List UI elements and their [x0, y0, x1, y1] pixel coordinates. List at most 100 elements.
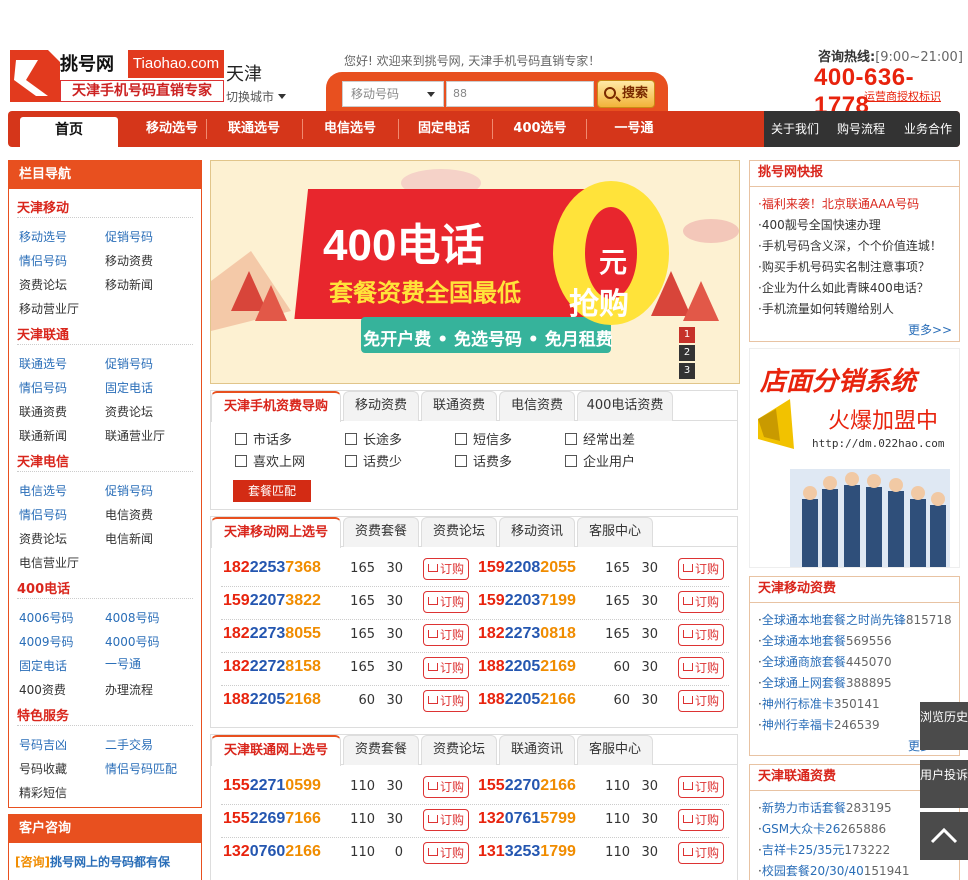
tariff-item[interactable]: ·神州行标准卡350141 [758, 695, 880, 712]
nav-cooperation[interactable]: 业务合作 [896, 111, 960, 147]
tariff-item[interactable]: ·GSM大众卡26265886 [758, 820, 886, 837]
section-400[interactable]: 400电话 [17, 578, 70, 597]
tariff-item[interactable]: ·吉祥卡25/35元173222 [758, 841, 890, 858]
nav-fixed-line[interactable]: 固定电话 [396, 111, 492, 147]
news-item[interactable]: ·手机流量如何转赠给别人 [758, 300, 894, 317]
link-unicom-news[interactable]: 联通新闻 [19, 427, 67, 444]
complaint-button[interactable]: 用户投诉 [920, 760, 968, 808]
option-low-fee[interactable]: 话费少 [345, 451, 402, 470]
phone-number[interactable]: 18222537368 [223, 559, 321, 577]
link-mobile-couple[interactable]: 情侣号码 [19, 252, 67, 269]
link-4000[interactable]: 4000号码 [105, 633, 160, 650]
phone-number[interactable]: 18222728158 [223, 658, 321, 676]
promo-banner[interactable]: 400电话 套餐资费全国最低 0 元 抢购 免开户费 • 免选号码 • 免月租费… [210, 160, 740, 384]
franchise-ad[interactable]: 店面分销系统 火爆加盟中 http://dm.022hao.com [749, 348, 960, 568]
news-item[interactable]: ·福利来袭！北京联通AAA号码 [758, 195, 919, 212]
link-couple-match[interactable]: 情侣号码匹配 [105, 760, 177, 777]
news-more-link[interactable]: 更多>> [908, 321, 952, 338]
banner-dot-1[interactable]: 1 [679, 327, 695, 343]
option-sms[interactable]: 短信多 [455, 429, 512, 448]
link-mobile-tariff[interactable]: 移动资费 [105, 252, 153, 269]
tab-unicom-plans[interactable]: 资费套餐 [343, 735, 419, 765]
nav-purchase-flow[interactable]: 购号流程 [828, 111, 894, 147]
phone-number[interactable]: 13132531799 [478, 843, 576, 861]
order-button[interactable]: 订购 [678, 558, 724, 580]
phone-number[interactable]: 18822052169 [478, 658, 576, 676]
tab-mobile-service[interactable]: 客服中心 [577, 517, 653, 547]
link-400-fixed[interactable]: 固定电话 [19, 657, 67, 674]
link-unicom-couple[interactable]: 情侣号码 [19, 379, 67, 396]
tab-mobile-select[interactable]: 天津移动网上选号 [211, 517, 341, 548]
option-internet[interactable]: 喜欢上网 [235, 451, 305, 470]
tab-mobile-forum[interactable]: 资费论坛 [421, 517, 497, 547]
phone-number[interactable]: 18822052168 [223, 691, 321, 709]
link-400-tariff[interactable]: 400资费 [19, 681, 66, 698]
phone-number[interactable]: 15922037199 [478, 592, 576, 610]
tariff-item[interactable]: ·新势力市话套餐283195 [758, 799, 892, 816]
link-4006[interactable]: 4006号码 [19, 609, 74, 626]
phone-number[interactable]: 18822052166 [478, 691, 576, 709]
link-telecom-couple[interactable]: 情侣号码 [19, 506, 67, 523]
order-button[interactable]: 订购 [423, 809, 469, 831]
phone-number[interactable]: 13207615799 [478, 810, 576, 828]
option-local-calls[interactable]: 市话多 [235, 429, 292, 448]
option-enterprise[interactable]: 企业用户 [565, 451, 635, 470]
link-4009[interactable]: 4009号码 [19, 633, 74, 650]
order-button[interactable]: 订购 [423, 558, 469, 580]
city-switcher[interactable]: 天津 切换城市 [226, 60, 286, 105]
order-button[interactable]: 订购 [423, 776, 469, 798]
order-button[interactable]: 订购 [678, 624, 724, 646]
link-second-hand[interactable]: 二手交易 [105, 736, 153, 753]
link-telecom-tariff[interactable]: 电信资费 [105, 506, 153, 523]
tab-tariff-guide[interactable]: 天津手机资费导购 [211, 391, 341, 422]
order-button[interactable]: 订购 [678, 657, 724, 679]
phone-number[interactable]: 15522710599 [223, 777, 321, 795]
link-4008[interactable]: 4008号码 [105, 609, 160, 626]
tab-telecom-tariff[interactable]: 电信资费 [499, 391, 575, 421]
order-button[interactable]: 订购 [423, 591, 469, 613]
link-fortune[interactable]: 号码吉凶 [19, 736, 67, 753]
order-button[interactable]: 订购 [678, 591, 724, 613]
link-mobile-hall[interactable]: 移动营业厅 [19, 300, 79, 317]
browse-history-button[interactable]: 浏览历史 [920, 702, 968, 750]
link-400-process[interactable]: 办理流程 [105, 681, 153, 698]
link-unicom-promo[interactable]: 促销号码 [105, 355, 153, 372]
link-sms[interactable]: 精彩短信 [19, 784, 67, 801]
option-travel[interactable]: 经常出差 [565, 429, 635, 448]
nav-home[interactable]: 首页 [20, 117, 118, 147]
phone-number[interactable]: 15922082055 [478, 559, 576, 577]
link-mobile-promo[interactable]: 促销号码 [105, 228, 153, 245]
tariff-item[interactable]: ·全球通上网套餐388895 [758, 674, 892, 691]
tab-400-tariff[interactable]: 400电话资费 [577, 391, 673, 421]
order-button[interactable]: 订购 [423, 690, 469, 712]
link-mobile-forum[interactable]: 资费论坛 [19, 276, 67, 293]
search-type-select[interactable]: 移动号码 [342, 81, 444, 107]
order-button[interactable]: 订购 [678, 842, 724, 864]
banner-dot-3[interactable]: 3 [679, 363, 695, 379]
link-telecom-news[interactable]: 电信新闻 [105, 530, 153, 547]
link-unicom-fixed[interactable]: 固定电话 [105, 379, 153, 396]
phone-number[interactable]: 15922073822 [223, 592, 321, 610]
nav-telecom[interactable]: 电信选号 [302, 111, 398, 147]
tariff-item[interactable]: ·全球通商旅套餐445070 [758, 653, 892, 670]
order-button[interactable]: 订购 [678, 809, 724, 831]
tab-unicom-forum[interactable]: 资费论坛 [421, 735, 497, 765]
section-tj-unicom[interactable]: 天津联通 [17, 324, 69, 343]
link-400-one-number[interactable]: 一号通 [105, 655, 141, 672]
tariff-item[interactable]: ·校园套餐20/30/40151941 [758, 862, 910, 879]
order-button[interactable]: 订购 [678, 690, 724, 712]
tab-mobile-tariff[interactable]: 移动资费 [343, 391, 419, 421]
search-button[interactable]: 搜索 [597, 80, 655, 108]
phone-number[interactable]: 13207602166 [223, 843, 321, 861]
link-unicom-tariff[interactable]: 联通资费 [19, 403, 67, 420]
option-high-fee[interactable]: 话费多 [455, 451, 512, 470]
link-telecom-promo[interactable]: 促销号码 [105, 482, 153, 499]
tariff-item[interactable]: ·全球通本地套餐之时尚先锋815718 [758, 611, 952, 628]
tab-unicom-service[interactable]: 客服中心 [577, 735, 653, 765]
site-logo[interactable]: 挑号网 Tiaohao.com 天津手机号码直销专家 [8, 46, 224, 106]
tab-mobile-info[interactable]: 移动资讯 [499, 517, 575, 547]
nav-400[interactable]: 400选号 [492, 111, 588, 147]
nav-about[interactable]: 关于我们 [764, 111, 826, 147]
link-telecom-select[interactable]: 电信选号 [19, 482, 67, 499]
link-favorites[interactable]: 号码收藏 [19, 760, 67, 777]
